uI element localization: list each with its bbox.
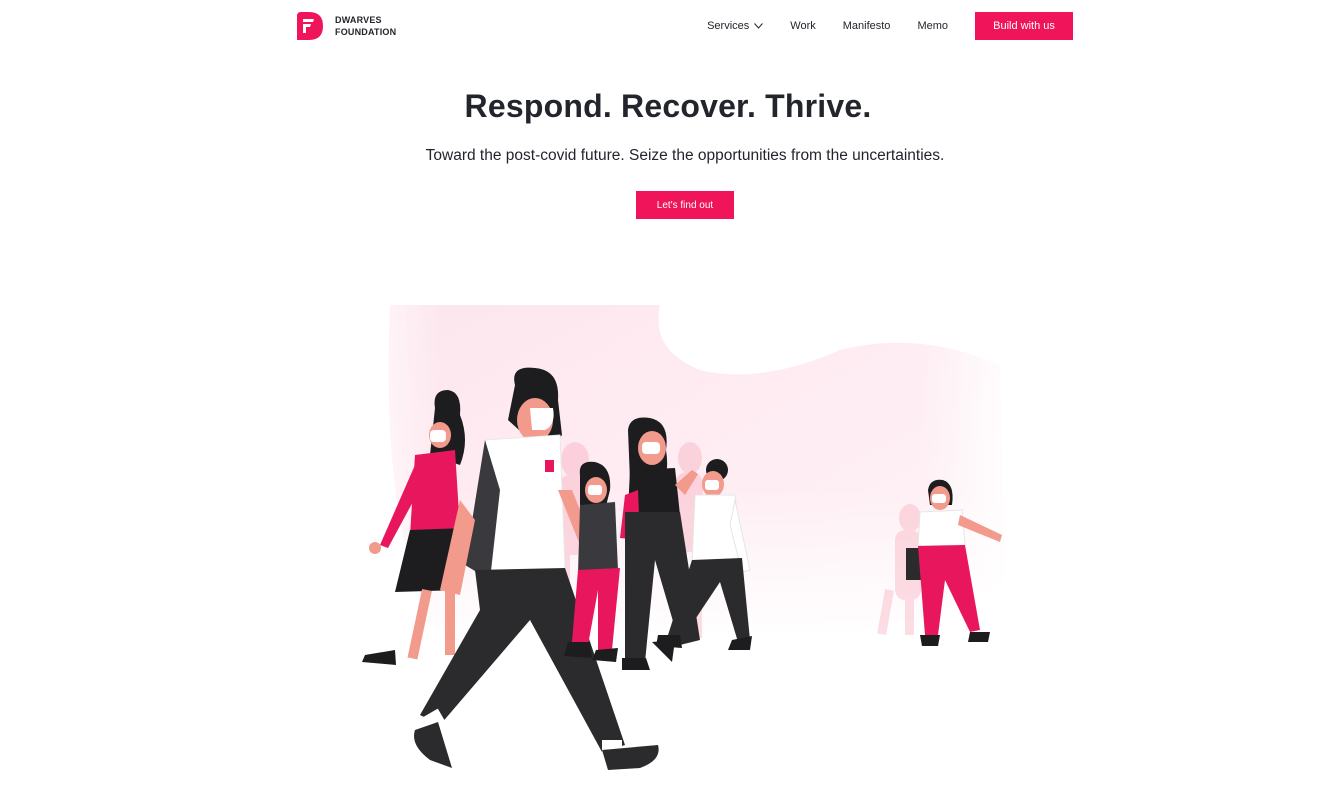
brand-name-line1: DWARVES bbox=[335, 15, 382, 25]
lets-find-out-button[interactable]: Let's find out bbox=[636, 191, 734, 219]
dwarves-logo-icon bbox=[297, 12, 323, 40]
nav-item-services[interactable]: Services bbox=[707, 20, 764, 32]
nav-item-services-label: Services bbox=[707, 20, 750, 32]
hero-title: Respond. Recover. Thrive. bbox=[464, 88, 872, 124]
nav-item-memo[interactable]: Memo bbox=[917, 20, 948, 32]
nav-item-manifesto[interactable]: Manifesto bbox=[843, 20, 891, 32]
nav-item-manifesto-label: Manifesto bbox=[842, 20, 891, 32]
people-walking-with-masks-illustration bbox=[340, 290, 1020, 770]
brand-name-line2: FOUNDATION bbox=[335, 27, 397, 37]
main-nav: Services Work Manifesto Memo Build with … bbox=[707, 12, 1073, 40]
page: DWARVES FOUNDATION Services Work Manifes… bbox=[0, 0, 1336, 787]
chevron-down-icon bbox=[754, 23, 764, 29]
brand-logo[interactable]: DWARVES FOUNDATION bbox=[297, 12, 396, 40]
nav-item-memo-label: Memo bbox=[917, 20, 948, 32]
nav-item-work[interactable]: Work bbox=[790, 20, 815, 32]
brand-name: DWARVES FOUNDATION bbox=[335, 14, 396, 38]
build-with-us-button[interactable]: Build with us bbox=[975, 12, 1073, 40]
top-navbar: DWARVES FOUNDATION Services Work Manifes… bbox=[297, 12, 1073, 40]
nav-item-work-label: Work bbox=[790, 20, 816, 32]
hero-subtitle: Toward the post-covid future. Seize the … bbox=[425, 147, 945, 164]
